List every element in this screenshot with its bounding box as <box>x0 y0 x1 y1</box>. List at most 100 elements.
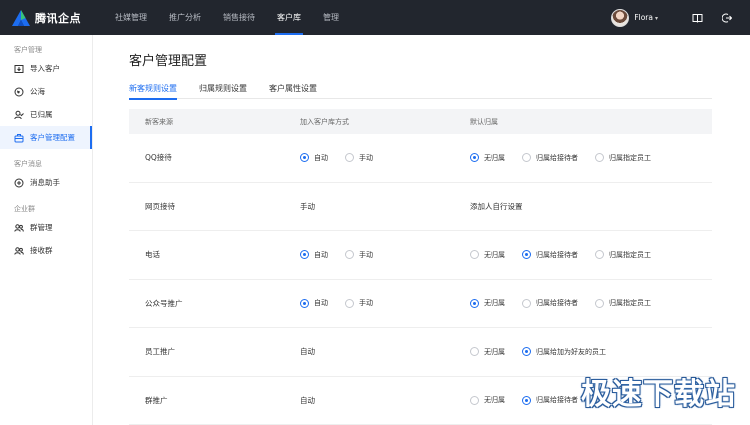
chevron-down-icon: ▾ <box>654 15 658 22</box>
cell-source: 公众号推广 <box>145 298 183 308</box>
radio-group: 无归属 归属给接待者 归属指定员工 <box>454 153 712 163</box>
radio-option[interactable]: 归属给接待者 <box>522 250 578 260</box>
radio-option[interactable]: 归属指定员工 <box>595 153 651 163</box>
top-navigation-bar: 腾讯企点 社媒管理 推广分析 销售接待 客户库 管理 Flora ▾ <box>0 0 750 35</box>
radio-label: 手动 <box>359 299 373 308</box>
radio-button[interactable] <box>300 250 309 260</box>
radio-button[interactable] <box>470 250 479 260</box>
radio-option[interactable]: 自动 <box>300 153 328 163</box>
radio-button[interactable] <box>345 250 354 260</box>
radio-button[interactable] <box>522 250 531 260</box>
table-row: 公众号推广 自动 手动 无归属 归属给接待者 归属指定员工 <box>129 280 712 328</box>
radio-button[interactable] <box>470 347 479 357</box>
nav-item[interactable]: 客户库 <box>266 0 312 35</box>
import-icon <box>14 64 24 74</box>
radio-button[interactable] <box>470 153 479 163</box>
nav-item[interactable]: 推广分析 <box>158 0 212 35</box>
receive-group-icon <box>14 246 24 256</box>
radio-group: 自动 手动 <box>284 153 454 163</box>
tab[interactable]: 归属规则设置 <box>199 78 247 99</box>
radio-option[interactable]: 手动 <box>345 153 373 163</box>
cell-value: 手动 <box>300 201 315 211</box>
radio-option[interactable]: 归属给接待者 <box>522 298 578 308</box>
sidebar-item-label: 导入客户 <box>30 64 60 73</box>
radio-button[interactable] <box>595 250 604 260</box>
radio-label: 归属给接待者 <box>536 250 578 259</box>
cell-source: 员工推广 <box>145 347 175 357</box>
tab-bar: 新客规则设置 归属规则设置 客户属性设置 <box>129 78 712 100</box>
radio-group: 无归属 归属给加为好友的员工 <box>454 347 712 357</box>
radio-button[interactable] <box>595 298 604 308</box>
user-menu[interactable]: Flora ▾ <box>634 13 658 22</box>
radio-option[interactable]: 无归属 <box>470 250 505 260</box>
sidebar-item[interactable]: 群管理 <box>0 216 92 239</box>
radio-option[interactable]: 手动 <box>345 250 373 260</box>
nav-item[interactable]: 销售接待 <box>212 0 266 35</box>
radio-label: 归属指定员工 <box>609 250 651 259</box>
radio-label: 归属指定员工 <box>609 299 651 308</box>
radio-option[interactable]: 归属给接待者 <box>522 395 578 405</box>
sidebar-item[interactable]: 消息助手 <box>0 171 92 194</box>
radio-option[interactable]: 自动 <box>300 298 328 308</box>
table-row: 网页接待 手动 添加人自行设置 <box>129 183 712 231</box>
radio-option[interactable]: 无归属 <box>470 395 505 405</box>
radio-option[interactable]: 归属给加为好友的员工 <box>522 347 606 357</box>
radio-button[interactable] <box>345 153 354 163</box>
radio-group: 无归属 归属给接待者 归属指定员工 <box>454 250 712 260</box>
radio-button[interactable] <box>470 298 479 308</box>
radio-label: 无归属 <box>484 153 505 162</box>
radio-option[interactable]: 自动 <box>300 250 328 260</box>
cell-value: 自动 <box>300 395 315 405</box>
main-content: 客户管理配置 新客规则设置 归属规则设置 客户属性设置 新客来源 加入客户库方式 默… <box>94 35 750 425</box>
sidebar-group-title: 客户管理 <box>14 46 42 54</box>
radio-option[interactable]: 归属指定员工 <box>595 250 651 260</box>
sidebar-item[interactable]: 导入客户 <box>0 57 92 80</box>
radio-label: 手动 <box>359 250 373 259</box>
sidebar-item[interactable]: 已归属 <box>0 103 92 126</box>
cell-source: QQ接待 <box>145 153 172 163</box>
radio-option[interactable]: 归属给接待者 <box>522 153 578 163</box>
sidebar-item[interactable]: 接收群 <box>0 239 92 262</box>
cell-source: 群推广 <box>145 395 168 405</box>
radio-option[interactable]: 无归属 <box>470 153 505 163</box>
sidebar-item-label: 已归属 <box>30 110 53 119</box>
sidebar-item[interactable]: 公海 <box>0 80 92 103</box>
radio-option[interactable]: 无归属 <box>470 347 505 357</box>
page-title: 客户管理配置 <box>129 54 208 69</box>
header-join-method: 加入客户库方式 <box>300 117 349 126</box>
nav-item[interactable]: 管理 <box>312 0 350 35</box>
radio-button[interactable] <box>522 347 531 357</box>
sidebar-group-title: 企业群 <box>14 205 35 213</box>
watermark: 极速下载站 <box>581 377 736 412</box>
cell-text: 手动 <box>284 201 454 212</box>
radio-button[interactable] <box>522 395 531 405</box>
radio-option[interactable]: 手动 <box>345 298 373 308</box>
radio-button[interactable] <box>595 153 604 163</box>
book-icon[interactable] <box>682 0 712 35</box>
avatar[interactable] <box>611 8 630 27</box>
radio-button[interactable] <box>522 153 531 163</box>
nav-item[interactable]: 社媒管理 <box>104 0 158 35</box>
sidebar-item[interactable]: 客户管理配置 <box>0 126 92 149</box>
topbar-right: Flora ▾ <box>611 0 750 35</box>
tab[interactable]: 客户属性设置 <box>269 78 317 99</box>
cell-source: 电话 <box>145 250 160 260</box>
logout-icon[interactable] <box>712 0 742 35</box>
radio-button[interactable] <box>345 298 354 308</box>
cell-value: 添加人自行设置 <box>470 201 523 211</box>
radio-label: 手动 <box>359 153 373 162</box>
user-name: Flora <box>634 13 653 22</box>
radio-button[interactable] <box>300 298 309 308</box>
tencent-qidian-logo-icon <box>12 9 30 26</box>
radio-button[interactable] <box>522 298 531 308</box>
radio-button[interactable] <box>300 153 309 163</box>
radio-option[interactable]: 无归属 <box>470 298 505 308</box>
radio-option[interactable]: 归属指定员工 <box>595 298 651 308</box>
radio-label: 无归属 <box>484 250 505 259</box>
header-source: 新客来源 <box>145 117 173 126</box>
radio-label: 归属给接待者 <box>536 299 578 308</box>
tab[interactable]: 新客规则设置 <box>129 78 177 100</box>
radio-button[interactable] <box>470 395 479 405</box>
brand-logo[interactable]: 腾讯企点 <box>12 9 94 26</box>
radio-label: 无归属 <box>484 299 505 308</box>
